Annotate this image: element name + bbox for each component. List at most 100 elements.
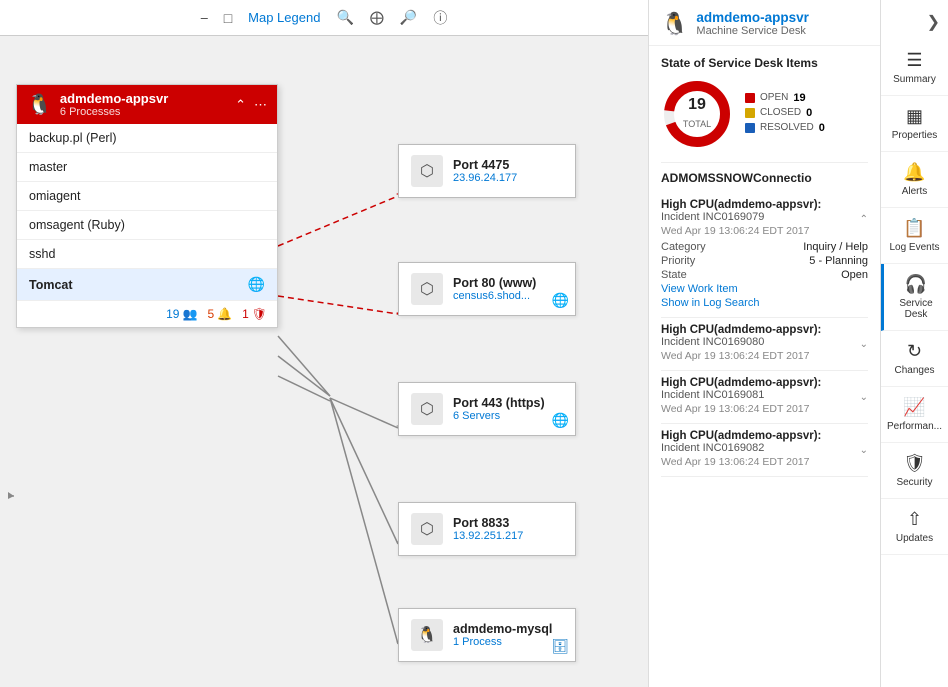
sidebar-item-alerts[interactable]: 🔔 Alerts bbox=[881, 152, 948, 208]
process-item-0[interactable]: backup.pl (Perl) bbox=[17, 124, 277, 153]
node-mysql[interactable]: 🐧 admdemo-mysql 1 Process 🗄 bbox=[398, 608, 576, 662]
expand-icon[interactable]: ❯ bbox=[919, 8, 948, 36]
zoomin-icon[interactable]: 🔎 bbox=[400, 9, 417, 26]
mysql-title: admdemo-mysql bbox=[453, 622, 552, 636]
people-icon: 👥 bbox=[182, 307, 197, 321]
node-port4475[interactable]: ⬡ Port 4475 23.96.24.177 bbox=[398, 144, 576, 198]
port-icon: ⬡ bbox=[411, 393, 443, 425]
changes-label: Changes bbox=[894, 365, 934, 376]
sidebar-item-servicedesk[interactable]: 🎧 Service Desk bbox=[881, 264, 948, 331]
chevron-down-icon-1[interactable]: ⌄ bbox=[860, 339, 868, 350]
shield-icon: 🛡 bbox=[252, 307, 267, 321]
legend-dot-closed bbox=[745, 108, 755, 118]
donut-area: 19 TOTAL OPEN 19 CLOSED 0 RESOLVED bbox=[661, 78, 868, 150]
logevents-icon: 📋 bbox=[903, 218, 925, 239]
incident-row-3: High CPU(admdemo-appsvr): Incident INC01… bbox=[661, 424, 868, 477]
sidebar-item-updates[interactable]: ⇧ Updates bbox=[881, 499, 948, 555]
legend-closed: CLOSED 0 bbox=[745, 107, 825, 119]
view-work-item-link[interactable]: View Work Item bbox=[661, 283, 868, 295]
incident-date-3: Wed Apr 19 13:06:24 EDT 2017 bbox=[661, 456, 821, 468]
machine-info: 🐧 admdemo-appsvr Machine Service Desk bbox=[661, 10, 868, 37]
zoomout-icon[interactable]: 🔍 bbox=[336, 9, 353, 26]
incident-category-field: Category Inquiry / Help bbox=[661, 241, 868, 253]
machine-linux-icon: 🐧 bbox=[661, 11, 688, 37]
security-label: Security bbox=[896, 477, 932, 488]
fit-icon[interactable]: ⨁ bbox=[370, 9, 384, 26]
incident-row-2: High CPU(admdemo-appsvr): Incident INC01… bbox=[661, 371, 868, 424]
process-card-subtitle: 6 Processes bbox=[60, 106, 168, 118]
sidebar-item-changes[interactable]: ↻ Changes bbox=[881, 331, 948, 387]
legend-label-closed: CLOSED bbox=[760, 107, 801, 118]
node-port443[interactable]: ⬡ Port 443 (https) 6 Servers 🌐 bbox=[398, 382, 576, 436]
incident-id-0: Incident INC0169079 bbox=[661, 211, 821, 223]
map-area: ⎯ □ Map Legend 🔍 ⨁ 🔎 ⓘ bbox=[0, 0, 648, 687]
priority-label: Priority bbox=[661, 255, 695, 267]
state-value: Open bbox=[841, 269, 868, 281]
process-card: 🐧 admdemo-appsvr 6 Processes ⌃ ⋯ backup.… bbox=[16, 84, 278, 328]
legend-resolved: RESOLVED 0 bbox=[745, 122, 825, 134]
incident-header-0: High CPU(admdemo-appsvr): Incident INC01… bbox=[661, 199, 868, 239]
process-item-4[interactable]: sshd bbox=[17, 240, 277, 269]
updates-icon: ⇧ bbox=[907, 509, 922, 530]
right-panel: 🐧 admdemo-appsvr Machine Service Desk St… bbox=[648, 0, 880, 687]
state-label: State bbox=[661, 269, 687, 281]
legend-dot-open bbox=[745, 93, 755, 103]
process-card-footer: 19 👥 5 🔔 1 🛡 bbox=[17, 300, 277, 327]
adm-label: ADMOMSSNOWConnectio bbox=[661, 162, 868, 185]
servicedesk-label: Service Desk bbox=[890, 298, 942, 320]
bell-icon: 🔔 bbox=[217, 307, 232, 321]
changes-icon: ↻ bbox=[907, 341, 922, 362]
sidebar-item-performance[interactable]: 📈 Performan... bbox=[881, 387, 948, 443]
map-canvas: 🐧 admdemo-appsvr 6 Processes ⌃ ⋯ backup.… bbox=[0, 36, 648, 687]
legend-count-closed: 0 bbox=[806, 107, 812, 119]
incident-date-1: Wed Apr 19 13:06:24 EDT 2017 bbox=[661, 350, 821, 362]
legend-count-open: 19 bbox=[793, 92, 805, 104]
maximize-icon[interactable]: □ bbox=[224, 10, 232, 26]
performance-label: Performan... bbox=[887, 421, 942, 432]
show-log-search-link[interactable]: Show in Log Search bbox=[661, 297, 868, 309]
port8833-sub: 13.92.251.217 bbox=[453, 530, 523, 542]
minimize-icon[interactable]: ⎯ bbox=[201, 9, 208, 26]
sidebar-item-properties[interactable]: ▦ Properties bbox=[881, 96, 948, 152]
alerts-label: Alerts bbox=[902, 186, 928, 197]
linux-header-icon: 🐧 bbox=[27, 92, 52, 117]
process-list: backup.pl (Perl) master omiagent omsagen… bbox=[17, 124, 277, 300]
process-item-3[interactable]: omsagent (Ruby) bbox=[17, 211, 277, 240]
category-value: Inquiry / Help bbox=[803, 241, 868, 253]
properties-icon: ▦ bbox=[906, 106, 923, 127]
sidebar-item-summary[interactable]: ☰ Summary bbox=[881, 40, 948, 96]
incident-row-1: High CPU(admdemo-appsvr): Incident INC01… bbox=[661, 318, 868, 371]
globe-badge: 🌐 bbox=[552, 292, 569, 309]
port-icon: ⬡ bbox=[411, 513, 443, 545]
alerts-icon: 🔔 bbox=[903, 162, 925, 183]
globe-badge: 🌐 bbox=[552, 412, 569, 429]
node-port8833[interactable]: ⬡ Port 8833 13.92.251.217 bbox=[398, 502, 576, 556]
machine-name: admdemo-appsvr bbox=[696, 10, 809, 25]
section-title: State of Service Desk Items bbox=[661, 56, 868, 70]
servicedesk-icon: 🎧 bbox=[905, 274, 927, 295]
performance-icon: 📈 bbox=[903, 397, 925, 418]
updates-label: Updates bbox=[896, 533, 933, 544]
chevron-down-icon-2[interactable]: ⌄ bbox=[860, 392, 868, 403]
chevron-up-icon-0[interactable]: ⌃ bbox=[860, 214, 868, 225]
process-item-5[interactable]: Tomcat 🌐 bbox=[17, 269, 277, 300]
help-icon[interactable]: ⓘ bbox=[433, 8, 447, 28]
db-badge: 🗄 bbox=[551, 638, 569, 655]
port-icon: ⬡ bbox=[411, 155, 443, 187]
process-item-1[interactable]: master bbox=[17, 153, 277, 182]
incident-header-3: High CPU(admdemo-appsvr): Incident INC01… bbox=[661, 430, 868, 470]
category-label: Category bbox=[661, 241, 706, 253]
mysql-sub: 1 Process bbox=[453, 636, 552, 648]
sidebar-item-security[interactable]: 🛡 Security bbox=[881, 443, 948, 499]
badge-count2: 5 🔔 bbox=[207, 307, 232, 321]
chevron-down-icon-3[interactable]: ⌄ bbox=[860, 445, 868, 456]
sidebar-item-logevents[interactable]: 📋 Log Events bbox=[881, 208, 948, 264]
collapse-icon[interactable]: ⌃ bbox=[235, 97, 246, 113]
legend-count-resolved: 0 bbox=[819, 122, 825, 134]
more-icon[interactable]: ⋯ bbox=[254, 97, 267, 113]
incident-row-0: High CPU(admdemo-appsvr): Incident INC01… bbox=[661, 193, 868, 318]
legend-dot-resolved bbox=[745, 123, 755, 133]
process-item-2[interactable]: omiagent bbox=[17, 182, 277, 211]
donut-chart: 19 TOTAL bbox=[661, 78, 733, 150]
node-port80[interactable]: ⬡ Port 80 (www) census6.shod... 🌐 bbox=[398, 262, 576, 316]
